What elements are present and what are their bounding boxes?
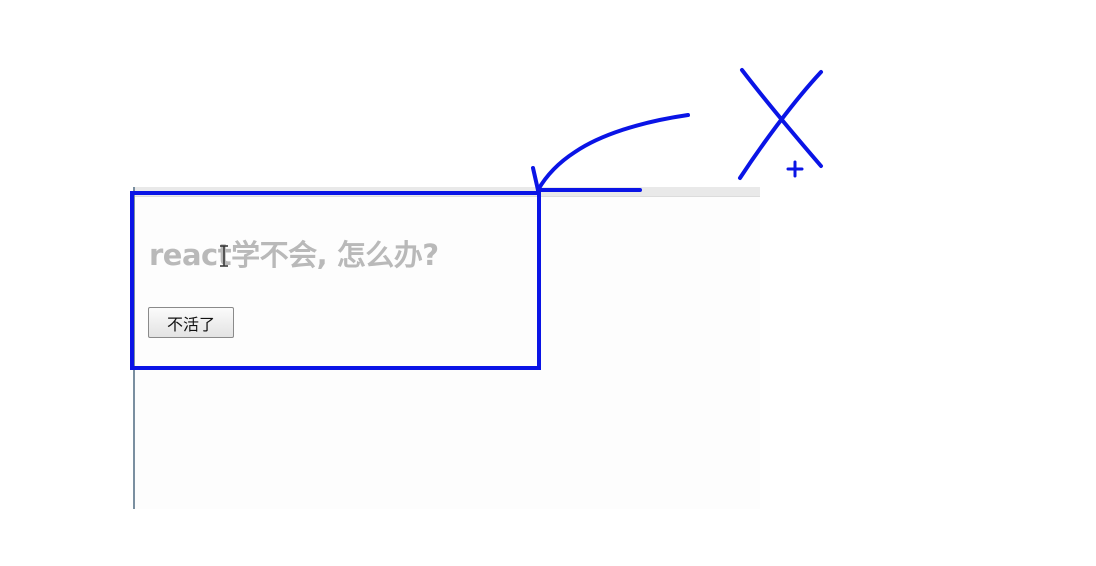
page-heading: react学不会, 怎么办?: [149, 238, 439, 272]
cross-stroke-b: [738, 70, 823, 180]
screenshot-stage: react学不会, 怎么办? 不活了: [0, 0, 1096, 566]
viewport-top-edge: [135, 187, 760, 197]
text-cursor-icon: [220, 245, 228, 267]
cross-stroke-a: [740, 68, 823, 168]
arrow-curve: [536, 113, 690, 192]
plus-icon: [786, 160, 804, 178]
give-up-button[interactable]: 不活了: [148, 307, 234, 338]
browser-viewport: react学不会, 怎么办? 不活了: [133, 187, 760, 509]
